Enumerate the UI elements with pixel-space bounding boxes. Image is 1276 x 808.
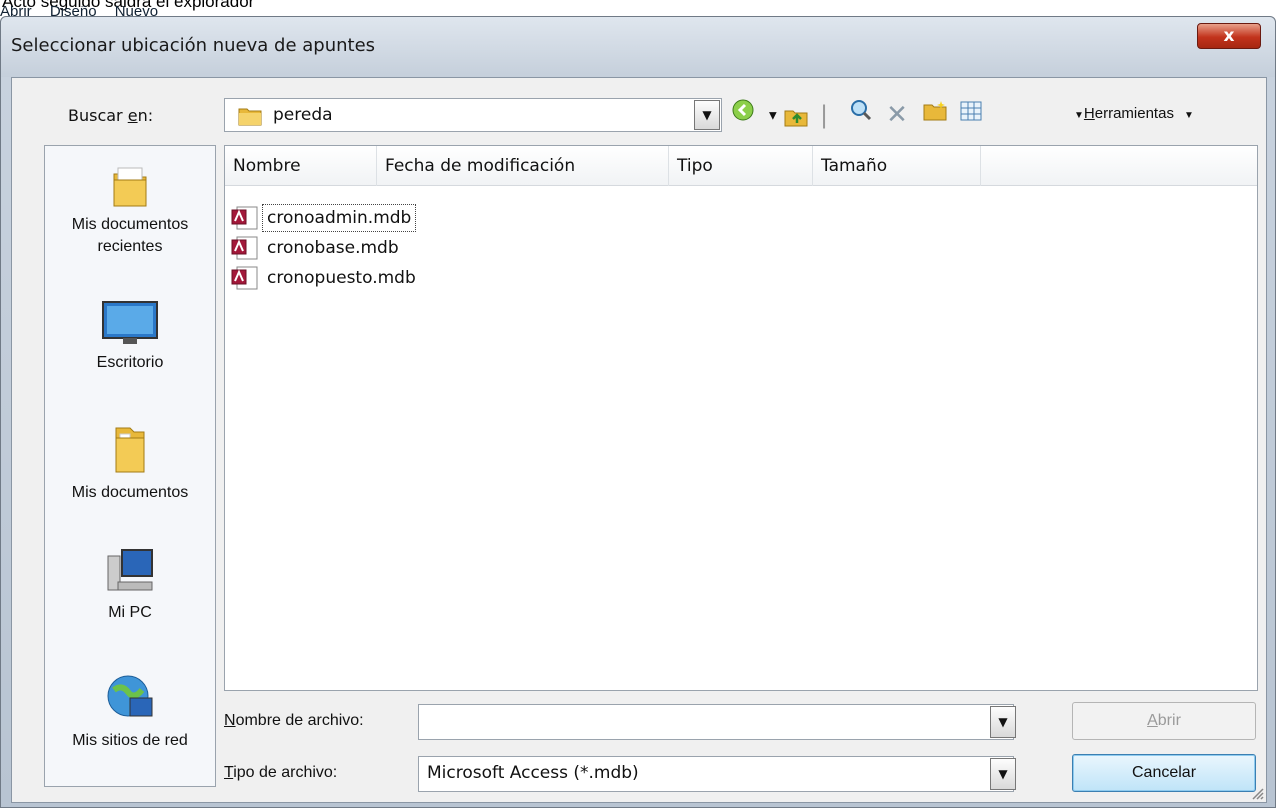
up-folder-icon [784, 110, 808, 126]
new-folder-icon [923, 101, 947, 121]
close-icon: x [1223, 26, 1235, 46]
access-database-icon [231, 266, 258, 290]
resize-grip-icon[interactable] [1250, 786, 1264, 800]
file-name: cronobase.mdb [267, 238, 399, 258]
open-file-dialog: Seleccionar ubicación nueva de apuntes x… [0, 16, 1276, 808]
column-header-name[interactable]: Nombre [225, 146, 377, 186]
place-recent-documents[interactable]: Mis documentos recientes [45, 164, 215, 258]
chevron-down-icon: ▼ [702, 108, 712, 122]
column-header-modified[interactable]: Fecha de modificación [377, 146, 669, 186]
up-folder-button[interactable]: ▼ [764, 98, 814, 132]
delete-x-icon: ✕ [886, 100, 908, 130]
place-my-documents[interactable]: Mis documentos [45, 424, 215, 504]
list-header: Nombre Fecha de modificación Tipo Tamaño [225, 146, 1257, 186]
chevron-down-icon: ▼ [998, 767, 1008, 781]
views-icon [960, 101, 982, 121]
file-type-select[interactable]: Microsoft Access (*.mdb) [418, 756, 1014, 792]
file-name-label: Nombre de archivo: [224, 712, 364, 729]
chevron-down-icon: ▼ [1074, 110, 1084, 121]
open-button[interactable]: Abrir [1072, 702, 1256, 740]
chevron-down-icon: ▼ [1183, 110, 1194, 121]
file-name: cronopuesto.mdb [267, 268, 416, 288]
place-label: Mis sitios de red [72, 732, 188, 749]
cancel-button[interactable]: Cancelar [1072, 754, 1256, 792]
my-documents-icon [115, 427, 145, 473]
place-label: Mis documentos [71, 484, 189, 501]
place-desktop[interactable]: Escritorio [45, 300, 215, 374]
chevron-down-icon: ▼ [768, 110, 777, 122]
new-folder-button[interactable] [920, 98, 950, 132]
place-label: Mis documentos recientes [71, 216, 189, 255]
file-type-value: Microsoft Access (*.mdb) [427, 763, 639, 783]
look-in-value: pereda [273, 105, 333, 125]
my-computer-icon [107, 549, 153, 591]
file-type-label: Tipo de archivo: [224, 764, 338, 781]
place-label: Escritorio [96, 354, 164, 371]
desktop-icon [102, 301, 158, 344]
file-row-cronoadmin[interactable]: cronoadmin.mdb [231, 204, 417, 232]
views-button[interactable] [956, 98, 986, 132]
search-web-button[interactable] [846, 98, 876, 132]
file-type-dropdown-button[interactable]: ▼ [990, 758, 1016, 790]
back-button[interactable] [728, 98, 758, 132]
file-name-dropdown-button[interactable]: ▼ [990, 706, 1016, 738]
delete-button[interactable]: ✕ [882, 98, 912, 132]
place-my-computer[interactable]: Mi PC [45, 546, 215, 624]
places-bar: Mis documentos recientes Escritorio Mis … [44, 145, 216, 787]
place-network[interactable]: Mis sitios de red [45, 672, 215, 752]
tools-menu[interactable]: ▼Herramientas ▼ [1074, 105, 1194, 122]
access-database-icon [231, 236, 258, 260]
file-row-cronopuesto[interactable]: cronopuesto.mdb [231, 264, 420, 292]
place-label: Mi PC [108, 604, 152, 621]
chevron-down-icon: ▼ [998, 715, 1008, 729]
search-icon [851, 100, 872, 121]
access-database-icon [231, 206, 258, 230]
folder-icon [238, 108, 262, 126]
look-in-combobox[interactable]: pereda ▼ [224, 98, 722, 132]
column-header-size[interactable]: Tamaño [813, 146, 981, 186]
file-name-input[interactable] [418, 704, 1014, 740]
column-header-type[interactable]: Tipo [669, 146, 813, 186]
file-name: cronoadmin.mdb [261, 204, 417, 232]
dialog-title: Seleccionar ubicación nueva de apuntes [11, 35, 376, 56]
toolbar-separator: | [820, 101, 829, 129]
network-places-icon [107, 675, 153, 717]
title-bar[interactable]: Seleccionar ubicación nueva de apuntes x [1, 17, 1275, 77]
look-in-dropdown-button[interactable]: ▼ [694, 100, 720, 130]
back-arrow-icon [732, 99, 754, 121]
close-button[interactable]: x [1197, 23, 1261, 49]
recent-documents-icon [113, 167, 147, 207]
dialog-client-area: Buscar en: pereda ▼ ▼ | ✕ ▼Herramientas … [11, 77, 1267, 803]
file-row-cronobase[interactable]: cronobase.mdb [231, 234, 403, 262]
look-in-label: Buscar en: [68, 106, 154, 125]
file-list[interactable]: Nombre Fecha de modificación Tipo Tamaño… [224, 145, 1258, 691]
